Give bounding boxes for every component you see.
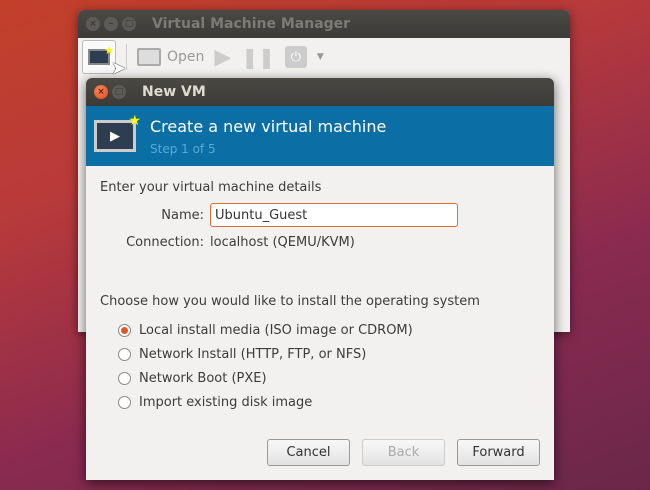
window-title: Virtual Machine Manager — [152, 16, 351, 32]
dialog-banner: ▶ ★ Create a new virtual machine Step 1 of… — [86, 106, 554, 166]
radio-label: Network Boot (PXE) — [139, 371, 267, 386]
name-input[interactable] — [210, 203, 458, 227]
chevron-down-icon[interactable]: ▼ — [317, 52, 324, 62]
toolbar: ★ Open ▶ ❚❚ ⏻ ▼ — [78, 38, 570, 76]
mouse-cursor-icon: ➤ — [111, 58, 127, 79]
radio-label: Import existing disk image — [139, 395, 313, 410]
details-heading: Enter your virtual machine details — [100, 180, 322, 195]
open-label: Open — [167, 49, 205, 65]
radio-button[interactable] — [118, 396, 131, 409]
minimize-icon[interactable]: – — [104, 17, 118, 31]
banner-title: Create a new virtual machine — [150, 116, 387, 136]
radio-label: Local install media (ISO image or CDROM) — [139, 323, 413, 338]
maximize-icon[interactable]: □ — [122, 17, 136, 31]
install-heading: Choose how you would like to install the… — [100, 294, 480, 309]
radio-import-disk[interactable]: Import existing disk image — [118, 395, 540, 410]
maximize-icon[interactable]: □ — [112, 85, 126, 99]
close-icon[interactable]: × — [86, 17, 100, 31]
radio-label: Network Install (HTTP, FTP, or NFS) — [139, 347, 367, 362]
name-label: Name: — [161, 207, 204, 223]
radio-local-media[interactable]: Local install media (ISO image or CDROM) — [118, 323, 540, 338]
open-button[interactable]: Open — [137, 48, 204, 66]
radio-button[interactable] — [118, 348, 131, 361]
radio-network-install[interactable]: Network Install (HTTP, FTP, or NFS) — [118, 347, 540, 362]
dialog-titlebar: × □ New VM — [86, 78, 554, 106]
run-icon[interactable]: ▶ — [214, 45, 231, 70]
radio-button[interactable] — [118, 324, 131, 337]
cancel-button[interactable]: Cancel — [267, 439, 350, 466]
connection-label: Connection: — [126, 235, 204, 250]
radio-network-boot[interactable]: Network Boot (PXE) — [118, 371, 540, 386]
dialog-title: New VM — [142, 84, 206, 100]
pause-icon[interactable]: ❚❚ — [241, 45, 275, 69]
new-vm-icon: ▶ ★ — [94, 113, 141, 152]
close-icon[interactable]: × — [94, 85, 108, 99]
toolbar-separator — [126, 44, 127, 70]
back-button[interactable]: Back — [362, 439, 445, 466]
forward-button[interactable]: Forward — [457, 439, 540, 466]
power-icon[interactable]: ⏻ — [284, 46, 307, 68]
radio-button[interactable] — [118, 372, 131, 385]
main-titlebar: × – □ Virtual Machine Manager — [78, 10, 570, 38]
banner-step: Step 1 of 5 — [150, 141, 216, 156]
new-vm-dialog: × □ New VM ▶ ★ Create a new virtual machi… — [86, 78, 554, 480]
new-vm-icon: ★ — [88, 44, 114, 65]
monitor-icon — [137, 48, 161, 66]
connection-value: localhost (QEMU/KVM) — [210, 235, 355, 250]
